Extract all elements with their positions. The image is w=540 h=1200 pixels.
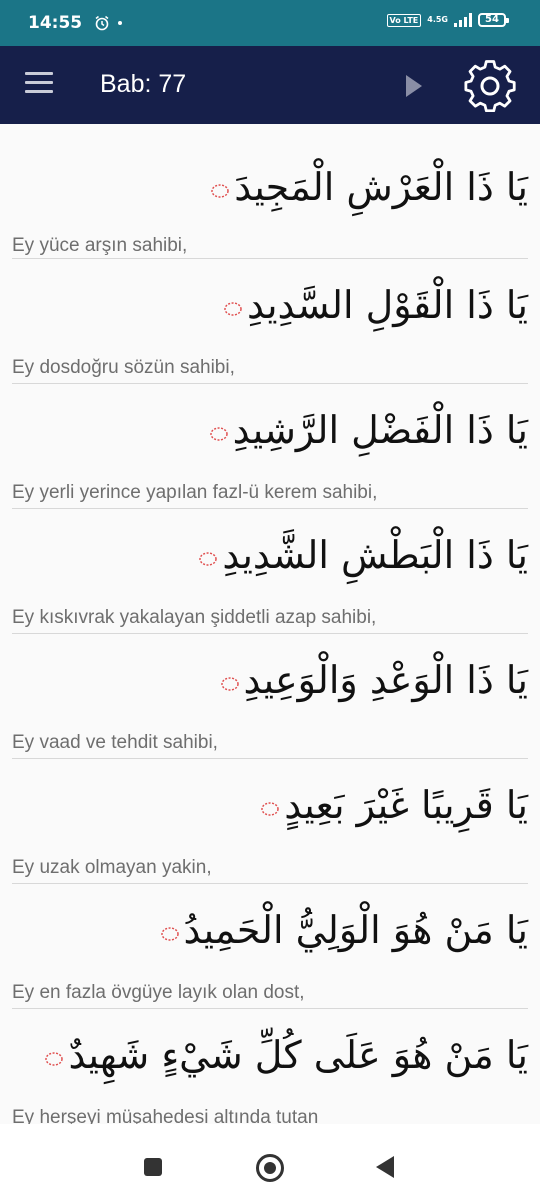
gear-icon[interactable] <box>464 60 516 112</box>
arabic-verse: يَا مَنْ هُوَ الْوَلِيُّ الْحَمِيدُ <box>183 908 529 952</box>
list-item: يَا مَنْ هُوَ الْوَلِيُّ الْحَمِيدُ Ey e… <box>0 874 540 1009</box>
hamburger-menu-icon[interactable] <box>25 72 53 96</box>
back-icon[interactable] <box>376 1156 394 1178</box>
arabic-text: يَا ذَا الْقَوْلِ السَّدِيدِ <box>223 275 528 335</box>
app-bar: Bab: 77 <box>0 46 540 124</box>
arabic-verse: يَا قَرِيبًا غَيْرَ بَعِيدٍ <box>284 783 528 827</box>
status-time: 14:55 <box>28 13 83 33</box>
arabic-verse: يَا ذَا الْعَرْشِ الْمَجِيدَ <box>234 165 528 209</box>
ayah-marker-icon <box>199 551 218 566</box>
content-list[interactable]: يَا ذَا الْعَرْشِ الْمَجِيدَ Ey yüce arş… <box>0 124 540 1124</box>
arabic-verse: يَا مَنْ هُوَ عَلَى كُلِّ شَيْءٍ شَهِيدٌ <box>68 1033 528 1077</box>
battery-icon: 54 <box>478 13 509 27</box>
recents-icon[interactable] <box>144 1158 162 1176</box>
arabic-text: يَا ذَا الْبَطْشِ الشَّدِيدِ <box>198 525 528 585</box>
notification-dot-icon <box>118 21 123 25</box>
alarm-icon <box>95 15 109 31</box>
system-navigation-bar <box>0 1124 540 1200</box>
arabic-verse: يَا ذَا الْوَعْدِ وَالْوَعِيدِ <box>243 658 528 702</box>
list-item: يَا ذَا الْوَعْدِ وَالْوَعِيدِ Ey vaad v… <box>0 624 540 759</box>
arabic-verse: يَا ذَا الْفَضْلِ الرَّشِيدِ <box>232 408 528 452</box>
volte-badge: Vo LTE <box>386 13 422 27</box>
ayah-marker-icon <box>209 426 228 441</box>
arabic-text: يَا ذَا الْفَضْلِ الرَّشِيدِ <box>209 400 528 460</box>
arabic-text: يَا ذَا الْعَرْشِ الْمَجِيدَ <box>210 157 528 217</box>
arabic-text: يَا قَرِيبًا غَيْرَ بَعِيدٍ <box>260 775 528 835</box>
signal-icon <box>454 13 472 27</box>
arabic-text: يَا مَنْ هُوَ عَلَى كُلِّ شَيْءٍ شَهِيدٌ <box>44 1025 528 1085</box>
home-icon[interactable] <box>256 1154 284 1182</box>
ayah-marker-icon <box>220 676 239 691</box>
list-item: يَا ذَا الْبَطْشِ الشَّدِيدِ Ey kıskıvra… <box>0 499 540 634</box>
arabic-text: يَا ذَا الْوَعْدِ وَالْوَعِيدِ <box>220 650 528 710</box>
translation-text: Ey herşeyi müşahedesi altında tutan <box>12 1107 319 1124</box>
list-item: يَا ذَا الْعَرْشِ الْمَجِيدَ Ey yüce arş… <box>0 124 540 259</box>
list-item: يَا مَنْ هُوَ عَلَى كُلِّ شَيْءٍ شَهِيدٌ… <box>0 999 540 1124</box>
ayah-marker-icon <box>45 1051 64 1066</box>
status-indicators: Vo LTE 4.5G 54 <box>386 13 509 27</box>
list-item: يَا ذَا الْفَضْلِ الرَّشِيدِ Ey yerli ye… <box>0 374 540 509</box>
ayah-marker-icon <box>160 926 179 941</box>
arabic-verse: يَا ذَا الْقَوْلِ السَّدِيدِ <box>247 283 528 327</box>
list-item: يَا ذَا الْقَوْلِ السَّدِيدِ Ey dosdoğru… <box>0 249 540 384</box>
battery-level: 54 <box>485 14 499 25</box>
arabic-text: يَا مَنْ هُوَ الْوَلِيُّ الْحَمِيدُ <box>160 900 529 960</box>
arabic-verse: يَا ذَا الْبَطْشِ الشَّدِيدِ <box>222 533 528 577</box>
ayah-marker-icon <box>211 183 229 198</box>
network-type: 4.5G <box>427 16 448 24</box>
page-title: Bab: 77 <box>100 70 187 98</box>
list-item: يَا قَرِيبًا غَيْرَ بَعِيدٍ Ey uzak olma… <box>0 749 540 884</box>
play-arrow-icon[interactable] <box>403 72 425 100</box>
status-bar: 14:55 Vo LTE 4.5G 54 <box>0 0 540 46</box>
network-label: 4.5G <box>427 15 448 24</box>
ayah-marker-icon <box>261 801 279 816</box>
ayah-marker-icon <box>224 301 242 316</box>
